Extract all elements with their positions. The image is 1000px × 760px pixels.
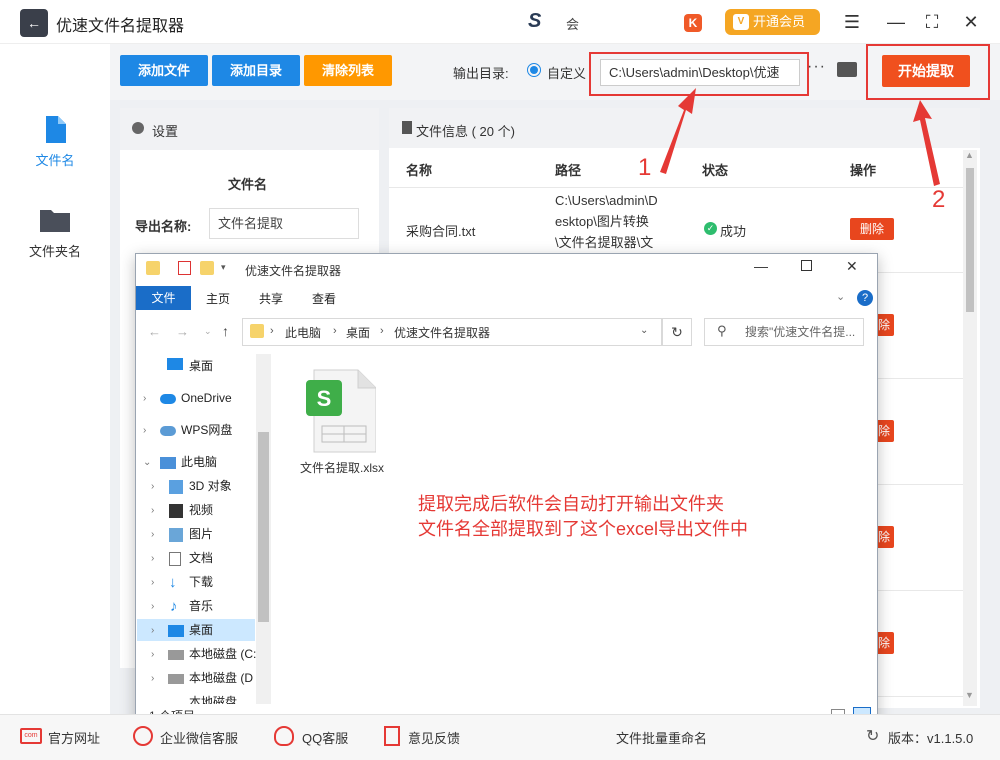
link-website[interactable]: 官方网址: [48, 728, 100, 747]
arrow-1: [660, 88, 696, 174]
annotation-arrows: [660, 88, 940, 186]
annotation-number-1: 1: [638, 154, 652, 181]
version-label: 版本：v1.1.5.0: [888, 731, 974, 746]
annotation-number-2: 2: [932, 186, 946, 213]
link-qq[interactable]: QQ客服: [302, 728, 348, 747]
website-icon: com: [20, 728, 42, 744]
feedback-icon: [384, 726, 400, 746]
qq-icon: [274, 726, 294, 746]
wechat-icon: [133, 726, 153, 746]
update-icon[interactable]: ↻: [866, 726, 879, 746]
link-wechat[interactable]: 企业微信客服: [160, 728, 238, 747]
batch-rename-link[interactable]: 文件批量重命名: [616, 728, 707, 747]
arrow-2: [913, 100, 940, 186]
link-feedback[interactable]: 意见反馈: [408, 728, 460, 747]
